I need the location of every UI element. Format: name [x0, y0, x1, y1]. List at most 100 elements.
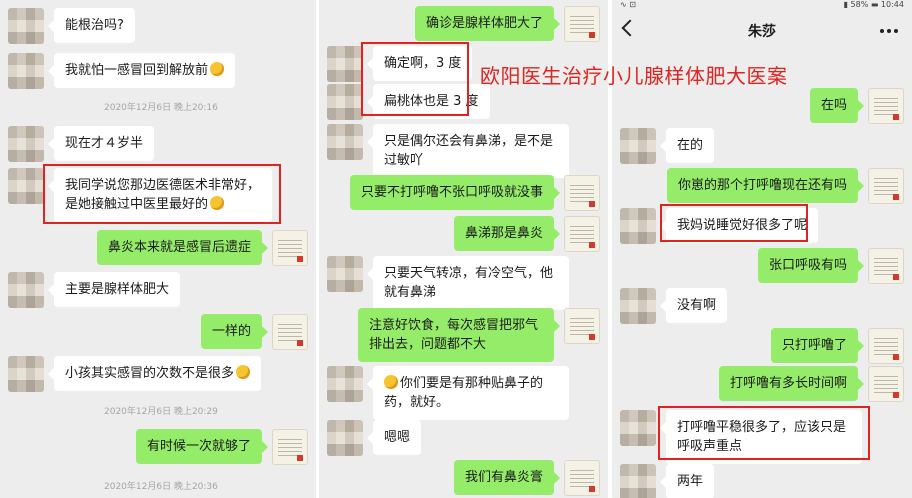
timestamp: 2020年12月6日 晚上20:36 — [104, 482, 218, 492]
message-row: 一样的 — [200, 314, 308, 350]
message-text: 鼻涕那是鼻炎 — [464, 226, 543, 241]
message-row: 鼻涕那是鼻炎 — [453, 216, 600, 252]
timestamp: 2020年12月6日 晚上20:29 — [104, 407, 218, 417]
message-text: 能根治吗? — [65, 18, 124, 33]
avatar[interactable] — [8, 356, 44, 392]
message-text: 主要是腺样体肥大 — [65, 282, 170, 297]
message-row: 只打呼噜了 — [770, 328, 904, 364]
chat-panel-1: 能根治吗? 我就怕一感冒回到解放前 2020年12月6日 晚上20:16 现在才… — [0, 0, 316, 498]
avatar[interactable] — [868, 366, 904, 402]
message-bubble[interactable]: 注意好饮食，每次感冒把邪气排出去，问题都不大 — [358, 308, 560, 362]
message-row: 确诊是腺样体肥大了 — [414, 6, 600, 42]
message-row: 你崽的那个打呼噜现在还有吗 — [666, 168, 904, 204]
message-text: 有时候一次就够了 — [146, 439, 251, 454]
message-row: 有时候一次就够了 — [135, 429, 308, 465]
avatar[interactable] — [564, 6, 600, 42]
message-bubble[interactable]: 你们要是有那种贴鼻子的药，就好。 — [367, 366, 569, 420]
avatar[interactable] — [620, 128, 656, 164]
avatar[interactable] — [8, 53, 44, 89]
avatar[interactable] — [620, 464, 656, 498]
message-row: 只要天气转凉，有冷空气，他就有鼻涕 — [327, 256, 569, 310]
avatar[interactable] — [327, 84, 363, 120]
message-bubble[interactable]: 鼻涕那是鼻炎 — [453, 216, 561, 251]
message-bubble[interactable]: 嗯嗯 — [366, 420, 422, 455]
contact-name: 朱莎 — [748, 24, 776, 40]
message-row: 注意好饮食，每次感冒把邪气排出去，问题都不大 — [358, 308, 600, 362]
message-bubble[interactable]: 只要不打呼噜不张口呼吸就没事 — [349, 175, 561, 210]
highlight-box — [43, 164, 281, 224]
avatar[interactable] — [868, 328, 904, 364]
message-text: 我们有鼻炎膏 — [464, 470, 543, 485]
message-row: 现在才４岁半 — [8, 126, 155, 162]
avatar[interactable] — [868, 248, 904, 284]
avatar[interactable] — [564, 308, 600, 344]
message-row: 两年 — [620, 464, 715, 498]
message-text: 在的 — [677, 138, 704, 153]
message-bubble[interactable]: 只要天气转凉，有冷空气，他就有鼻涕 — [367, 256, 569, 310]
highlight-box — [361, 42, 469, 116]
avatar[interactable] — [620, 208, 656, 244]
message-bubble[interactable]: 现在才４岁半 — [47, 126, 155, 161]
message-row: 小孩其实感冒的次数不是很多 — [8, 356, 262, 392]
avatar[interactable] — [272, 314, 308, 350]
avatar[interactable] — [272, 429, 308, 465]
message-text: 只是偶尔还会有鼻涕，是不是过敏吖 — [384, 134, 554, 168]
avatar[interactable] — [564, 175, 600, 211]
message-bubble[interactable]: 我就怕一感冒回到解放前 — [47, 53, 236, 88]
avatar[interactable] — [327, 256, 363, 292]
smiley-emoji-icon — [236, 365, 251, 379]
message-text: 确诊是腺样体肥大了 — [425, 16, 543, 31]
more-dots-icon[interactable] — [880, 29, 898, 33]
avatar[interactable] — [8, 168, 44, 204]
message-bubble[interactable]: 打呼噜有多长时间啊 — [718, 366, 865, 401]
avatar[interactable] — [8, 8, 44, 44]
message-bubble[interactable]: 有时候一次就够了 — [135, 429, 269, 464]
message-bubble[interactable]: 我们有鼻炎膏 — [453, 460, 561, 495]
avatar[interactable] — [272, 230, 308, 266]
avatar[interactable] — [868, 88, 904, 124]
timestamp: 2020年12月6日 晚上20:16 — [104, 103, 218, 113]
message-text: 两年 — [677, 474, 704, 489]
message-bubble[interactable]: 鼻炎本来就是感冒后遗症 — [96, 230, 269, 265]
message-bubble[interactable]: 确诊是腺样体肥大了 — [414, 6, 561, 41]
message-text: 没有啊 — [677, 298, 717, 313]
avatar[interactable] — [327, 420, 363, 456]
message-bubble[interactable]: 张口呼吸有吗 — [757, 248, 865, 283]
status-left: ∿ ⊡ — [620, 0, 636, 9]
overlay-title: 欧阳医生治疗小儿腺样体肥大医案 — [480, 64, 788, 88]
avatar[interactable] — [564, 216, 600, 252]
highlight-box — [658, 406, 870, 460]
message-bubble[interactable]: 只是偶尔还会有鼻涕，是不是过敏吖 — [367, 124, 569, 178]
avatar[interactable] — [620, 288, 656, 324]
message-text: 现在才４岁半 — [65, 136, 144, 151]
message-text: 你们要是有那种贴鼻子的药，就好。 — [384, 376, 544, 410]
avatar[interactable] — [868, 168, 904, 204]
avatar[interactable] — [327, 124, 363, 160]
message-text: 在吗 — [820, 98, 847, 113]
message-row: 在的 — [620, 128, 715, 164]
message-text: 鼻炎本来就是感冒后遗症 — [107, 240, 251, 255]
avatar[interactable] — [564, 460, 600, 496]
status-right: ▮ 58% ▬ 10:44 — [843, 0, 904, 9]
avatar[interactable] — [327, 46, 363, 82]
message-bubble[interactable]: 小孩其实感冒的次数不是很多 — [47, 356, 262, 391]
message-bubble[interactable]: 只打呼噜了 — [770, 328, 865, 363]
message-bubble[interactable]: 两年 — [659, 464, 715, 498]
highlight-box — [660, 204, 808, 242]
message-text: 只要天气转凉，有冷空气，他就有鼻涕 — [384, 266, 554, 300]
message-bubble[interactable]: 能根治吗? — [48, 8, 135, 43]
avatar[interactable] — [327, 366, 363, 402]
avatar[interactable] — [8, 126, 44, 162]
message-text: 你崽的那个打呼噜现在还有吗 — [677, 178, 847, 193]
message-bubble[interactable]: 在的 — [659, 128, 715, 163]
message-bubble[interactable]: 在吗 — [809, 88, 865, 123]
message-bubble[interactable]: 主要是腺样体肥大 — [47, 272, 181, 307]
message-row: 在吗 — [809, 88, 904, 124]
message-text: 一样的 — [211, 324, 251, 339]
message-bubble[interactable]: 没有啊 — [659, 288, 728, 323]
message-bubble[interactable]: 一样的 — [200, 314, 269, 349]
avatar[interactable] — [8, 272, 44, 308]
message-row: 我就怕一感冒回到解放前 — [8, 53, 236, 89]
avatar[interactable] — [620, 410, 656, 446]
message-bubble[interactable]: 你崽的那个打呼噜现在还有吗 — [666, 168, 865, 203]
